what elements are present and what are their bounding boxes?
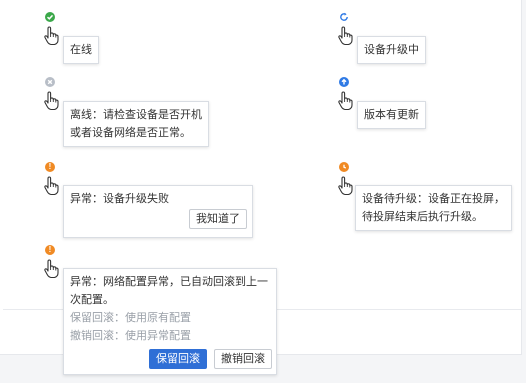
keep-rollback-button[interactable]: 保留回滚 bbox=[149, 349, 207, 369]
online-tooltip: 在线 bbox=[63, 36, 99, 64]
hand-pointer-icon bbox=[44, 176, 59, 196]
upgrade-failed-tooltip: 异常：设备升级失败 我知道了 bbox=[63, 185, 253, 238]
update-text: 版本有更新 bbox=[364, 109, 419, 121]
upgrading-text: 设备升级中 bbox=[364, 44, 419, 56]
sync-icon bbox=[339, 12, 349, 22]
config-error-line-2: 次配置。 bbox=[70, 294, 114, 306]
upgrade-failed-text: 异常：设备升级失败 bbox=[70, 193, 169, 205]
pending-upgrade-line-2: 待投屏结束后执行升级。 bbox=[362, 211, 483, 223]
config-error-tooltip: 异常：网络配置异常，已自动回滚到上一 次配置。 保留回滚：使用原有配置 撤销回滚… bbox=[63, 268, 277, 375]
exclamation-circle-icon: ! bbox=[45, 162, 55, 172]
exclamation-circle-icon: ! bbox=[45, 245, 55, 255]
offline-line-2: 或者设备网络是否正常。 bbox=[70, 127, 191, 139]
update-tooltip: 版本有更新 bbox=[357, 101, 426, 129]
check-circle-icon bbox=[45, 12, 55, 22]
hand-pointer-icon bbox=[338, 26, 353, 46]
pending-upgrade-tooltip: 设备待升级：设备正在投屏， 待投屏结束后执行升级。 bbox=[355, 185, 512, 231]
hand-pointer-icon bbox=[44, 26, 59, 46]
hand-pointer-icon bbox=[44, 91, 59, 111]
x-circle-icon bbox=[45, 77, 55, 87]
hand-pointer-icon bbox=[44, 259, 59, 279]
hand-pointer-icon bbox=[338, 91, 353, 111]
upgrading-tooltip: 设备升级中 bbox=[357, 36, 426, 64]
undo-rollback-desc: 撤销回滚：使用异常配置 bbox=[70, 330, 191, 342]
pending-upgrade-line-1: 设备待升级：设备正在投屏， bbox=[362, 193, 505, 205]
online-text: 在线 bbox=[70, 44, 92, 56]
arrow-up-circle-icon bbox=[339, 77, 349, 87]
offline-tooltip: 离线：请检查设备是否开机 或者设备网络是否正常。 bbox=[63, 101, 209, 147]
hand-pointer-icon bbox=[338, 176, 353, 196]
config-error-line-1: 异常：网络配置异常，已自动回滚到上一 bbox=[70, 276, 268, 288]
clock-circle-icon bbox=[339, 162, 349, 172]
offline-line-1: 离线：请检查设备是否开机 bbox=[70, 109, 202, 121]
undo-rollback-button[interactable]: 撤销回滚 bbox=[214, 349, 272, 369]
acknowledge-button[interactable]: 我知道了 bbox=[189, 209, 247, 229]
keep-rollback-desc: 保留回滚：使用原有配置 bbox=[70, 312, 191, 324]
